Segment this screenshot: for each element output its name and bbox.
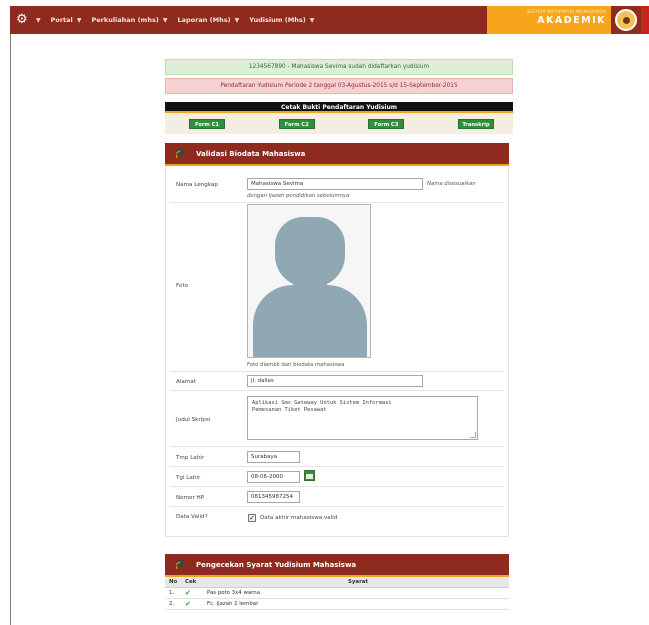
nomor-hp-input[interactable]: 081345987254	[247, 491, 300, 503]
graduation-cap-icon: 🎓	[174, 148, 187, 159]
col-no-header: No	[165, 577, 181, 588]
panel-title: Validasi Biodata Mahasiswa	[196, 149, 306, 158]
foto-label: Foto	[176, 283, 189, 289]
chevron-down-icon: ▼	[307, 16, 315, 24]
tmp-lahir-label: Tmp Lahir	[176, 455, 205, 461]
tgl-lahir-label: Tgl Lahir	[176, 475, 201, 481]
nama-lengkap-input[interactable]: Mahasiswa Sevima	[247, 178, 423, 190]
divider	[170, 506, 504, 507]
divider	[170, 390, 504, 391]
divider	[170, 466, 504, 467]
chevron-down-icon: ▼	[160, 16, 168, 24]
foto-caption: Foto diambil dari biodata mahasiswa	[247, 362, 345, 368]
nav-item-yudisium[interactable]: Yudisium (Mhs) ▼	[249, 16, 314, 24]
success-alert: 1234567890 - Mahasiswa Sevima sudah dida…	[165, 59, 513, 75]
judul-skripsi-textarea[interactable]: Aplikasi Sms Gateway Untuk Sistem Inform…	[247, 396, 478, 440]
divider	[170, 446, 504, 447]
row-syarat: Pas poto 3x4 warna	[203, 587, 509, 599]
form-c2-button[interactable]: Form C2	[278, 119, 315, 129]
table-header-row: No Cek Syarat	[165, 577, 509, 588]
row-no: 1.	[165, 587, 181, 599]
alamat-input[interactable]: jl. dalles	[247, 375, 423, 387]
form-c3-button[interactable]: Form C3	[368, 119, 405, 129]
print-section-title: Cetak Bukti Pendaftaran Yudisium	[165, 102, 513, 113]
nav-item-label: Perkuliahan (mhs)	[91, 16, 159, 24]
tgl-lahir-input[interactable]: 08-06-2000	[247, 471, 300, 483]
tmp-lahir-input[interactable]: Surabaya	[247, 451, 300, 463]
valid-label: Data Valid?	[176, 514, 208, 520]
period-alert: Pendaftaran Yudisium Periode 2 tanggal 0…	[165, 78, 513, 94]
panel-title: Pengecekan Syarat Yudisium Mahasiswa	[196, 560, 357, 569]
table-row: 2. ✔ Fc. Ijazah 2 lembar	[165, 598, 509, 610]
nav-item-portal[interactable]: Portal ▼	[51, 16, 82, 24]
page-border	[10, 34, 11, 625]
brand-title: AKADEMIK	[537, 15, 606, 26]
judul-label: Judul Skripsi	[176, 417, 211, 423]
divider	[170, 486, 504, 487]
top-navbar: ⚙ ▼ Portal ▼ Perkuliahan (mhs) ▼ Laporan…	[10, 6, 649, 34]
chevron-down-icon: ▼	[74, 16, 82, 24]
nav-item-label: Laporan (Mhs)	[177, 16, 231, 24]
graduation-cap-icon: 🎓	[174, 559, 187, 570]
brand-subtitle: SISTEM INFORMASI MANAJEMEN	[527, 10, 606, 15]
navbar-edge	[641, 6, 649, 34]
col-cek-header: Cek	[181, 577, 203, 588]
nav-item-perkuliahan[interactable]: Perkuliahan (mhs) ▼	[92, 16, 168, 24]
student-photo-placeholder	[247, 204, 371, 358]
syarat-panel-header: 🎓 Pengecekan Syarat Yudisium Mahasiswa	[165, 554, 509, 577]
gears-icon[interactable]: ⚙	[16, 12, 34, 28]
app-brand: SISTEM INFORMASI MANAJEMEN AKADEMIK	[487, 6, 611, 34]
user-avatar[interactable]	[615, 9, 637, 31]
print-proof-section: Cetak Bukti Pendaftaran Yudisium Form C1…	[165, 102, 513, 134]
table-row: 1. ✔ Pas poto 3x4 warna	[165, 587, 509, 599]
check-icon: ✔	[185, 599, 191, 608]
avatar-silhouette-icon	[275, 217, 345, 287]
nama-hint-below: dengan Ijazah pendidikan sebelumnya	[247, 193, 350, 199]
nav-item-laporan[interactable]: Laporan (Mhs) ▼	[178, 16, 240, 24]
syarat-table: No Cek Syarat 1. ✔ Pas poto 3x4 warna 2.…	[165, 577, 509, 610]
row-no: 2.	[165, 598, 181, 610]
check-icon: ✔	[185, 588, 191, 597]
nav-item-label: Portal	[50, 16, 73, 24]
valid-checkbox-label: Data akhir mahasiswa valid	[260, 515, 338, 521]
biodata-panel-header: 🎓 Validasi Biodata Mahasiswa	[165, 143, 509, 166]
transkrip-button[interactable]: Transkrip	[457, 119, 494, 129]
row-syarat: Fc. Ijazah 2 lembar	[203, 598, 509, 610]
divider	[170, 371, 504, 372]
nav-item-label: Yudisium (Mhs)	[249, 16, 306, 24]
hp-label: Nomor HP	[176, 495, 205, 501]
nama-hint: Nama disesuaikan	[427, 181, 476, 187]
data-valid-checkbox[interactable]: ✓	[248, 514, 256, 522]
calendar-icon[interactable]	[304, 470, 315, 481]
divider	[170, 202, 504, 203]
alamat-label: Alamat	[176, 379, 196, 385]
col-syarat-header: Syarat	[203, 577, 509, 588]
chevron-down-icon: ▼	[232, 16, 240, 24]
nama-label: Nama Lengkap	[176, 182, 218, 188]
chevron-down-icon[interactable]: ▼	[36, 17, 41, 24]
form-c1-button[interactable]: Form C1	[189, 119, 225, 129]
